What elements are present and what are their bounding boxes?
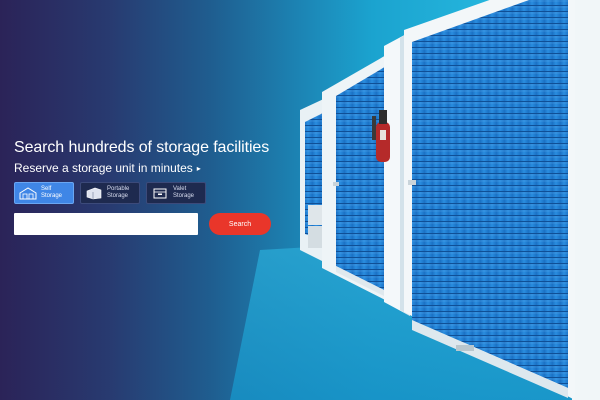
search-row: Search [14,213,314,235]
storage-building-icon [19,186,37,200]
page-title: Search hundreds of storage facilities [14,139,270,156]
search-button[interactable]: Search [209,213,271,235]
reserve-link[interactable]: Reserve a storage unit in minutes ▸ [14,161,314,176]
storage-box-icon [151,186,169,200]
portable-container-icon [85,186,103,200]
tab-self-storage[interactable]: Self Storage [14,182,74,204]
storage-type-tabs: Self Storage Portable Storage Valet Stor… [14,182,314,204]
tab-self-storage-label: Self Storage [41,186,63,199]
location-search-input[interactable] [14,213,198,235]
tab-portable-storage-label: Portable Storage [107,186,130,199]
reserve-link-label: Reserve a storage unit in minutes [14,161,193,175]
arrow-right-icon: ▸ [196,164,201,173]
tab-valet-storage-label: Valet Storage [173,186,195,199]
search-panel: Search hundreds of storage facilities Re… [14,138,314,235]
hero-banner: Search hundreds of storage facilities Re… [0,0,600,400]
tab-portable-storage[interactable]: Portable Storage [80,182,140,204]
tab-valet-storage[interactable]: Valet Storage [146,182,206,204]
